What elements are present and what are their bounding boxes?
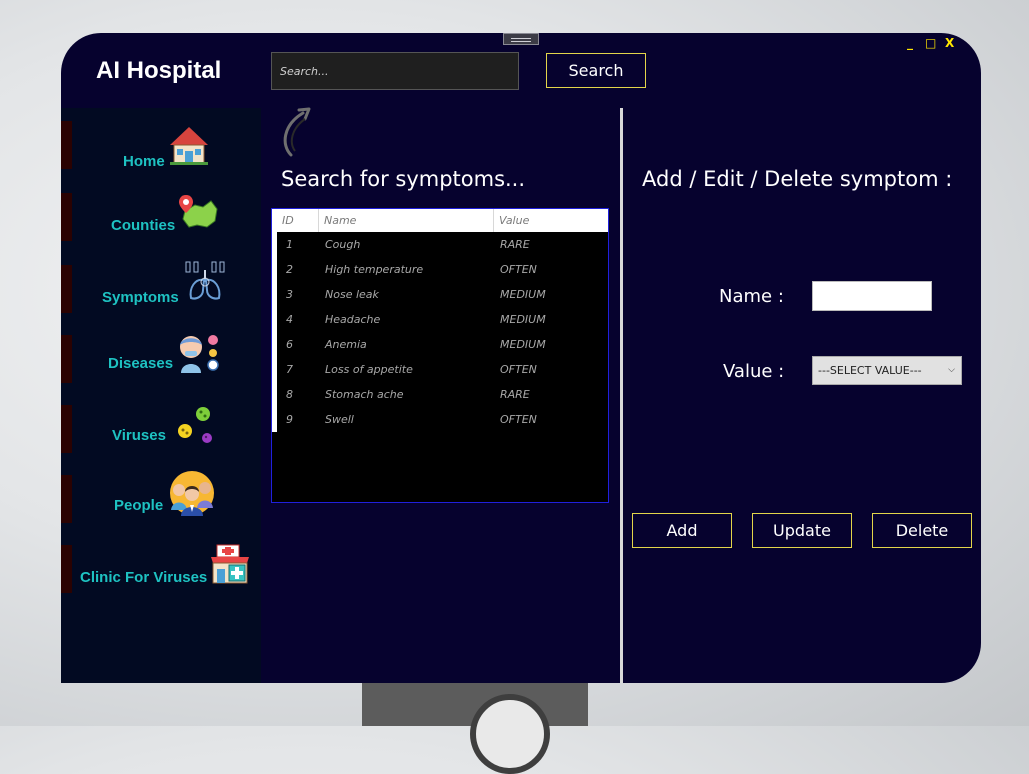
clinic-icon — [211, 544, 249, 584]
row-selector[interactable] — [272, 357, 277, 382]
row-selector[interactable] — [272, 282, 277, 307]
back-arrow-icon[interactable] — [279, 107, 313, 159]
table-row[interactable]: 8 Stomach ache RARE — [272, 382, 608, 407]
table-row[interactable]: 7 Loss of appetite OFTEN — [272, 357, 608, 382]
sidebar: Home Counties Symptoms Diseases Viruses … — [61, 108, 261, 683]
table-header: ID Name Value — [272, 209, 608, 232]
cell-value: MEDIUM — [500, 313, 546, 326]
column-header-value[interactable]: Value — [494, 209, 608, 232]
sick-person-icon — [180, 335, 219, 373]
name-label: Name : — [719, 286, 784, 307]
cell-name: Stomach ache — [325, 388, 404, 401]
nav-marker — [61, 335, 72, 383]
table-row[interactable]: 2 High temperature OFTEN — [272, 257, 608, 282]
sidebar-item-label: Clinic For Viruses — [80, 569, 208, 586]
update-button[interactable]: Update — [752, 513, 852, 548]
cell-id: 2 — [286, 263, 293, 276]
edit-symptom-heading: Add / Edit / Delete symptom : — [642, 167, 953, 191]
add-button[interactable]: Add — [632, 513, 732, 548]
search-button[interactable]: Search — [546, 53, 646, 88]
sidebar-item-label: People — [114, 497, 164, 514]
sidebar-item-home[interactable]: Home — [61, 117, 261, 171]
row-selector[interactable] — [272, 382, 277, 407]
cell-name: Cough — [325, 238, 361, 251]
cell-id: 3 — [286, 288, 293, 301]
search-input[interactable] — [271, 52, 519, 90]
name-input[interactable] — [812, 281, 932, 311]
sidebar-item-clinic-for-viruses[interactable]: Clinic For Viruses — [61, 541, 261, 595]
cell-value: OFTEN — [500, 363, 537, 376]
house-icon — [170, 127, 208, 165]
value-select[interactable]: ---SELECT VALUE--- ⌵ — [812, 356, 962, 385]
background-circle — [470, 694, 550, 774]
row-selector[interactable] — [272, 232, 277, 257]
cell-value: OFTEN — [500, 263, 537, 276]
nav-marker — [61, 475, 72, 523]
sidebar-item-label: Home — [123, 153, 165, 170]
value-select-text: ---SELECT VALUE--- — [818, 364, 922, 377]
cell-id: 1 — [286, 238, 293, 251]
cell-id: 6 — [286, 338, 293, 351]
virus-icon — [178, 407, 212, 443]
sidebar-item-counties[interactable]: Counties — [61, 189, 261, 243]
nav-marker — [61, 193, 72, 241]
cell-name: Nose leak — [325, 288, 379, 301]
sidebar-item-people[interactable]: People — [61, 471, 261, 525]
sidebar-item-label: Counties — [111, 217, 176, 234]
table-row[interactable]: 1 Cough RARE — [272, 232, 608, 257]
app-title: AI Hospital — [96, 57, 222, 84]
chevron-down-icon: ⌵ — [948, 365, 955, 375]
row-selector[interactable] — [272, 257, 277, 282]
close-button[interactable]: X — [945, 37, 954, 49]
row-selector[interactable] — [272, 332, 277, 357]
delete-button[interactable]: Delete — [872, 513, 972, 548]
value-label: Value : — [723, 361, 785, 382]
cell-name: High temperature — [325, 263, 424, 276]
table-row[interactable]: 6 Anemia MEDIUM — [272, 332, 608, 357]
panel-divider — [620, 108, 623, 683]
sidebar-item-diseases[interactable]: Diseases — [61, 331, 261, 385]
app-window: _ □ X AI Hospital Search Home Counties — [61, 33, 981, 683]
sidebar-item-label: Symptoms — [102, 289, 179, 306]
nav-marker — [61, 121, 72, 169]
cell-value: OFTEN — [500, 413, 537, 426]
column-header-name[interactable]: Name — [319, 209, 494, 232]
sidebar-item-label: Diseases — [108, 355, 174, 372]
cell-value: MEDIUM — [500, 338, 546, 351]
cell-value: MEDIUM — [500, 288, 546, 301]
cell-id: 8 — [286, 388, 293, 401]
cell-value: RARE — [500, 388, 530, 401]
maximize-button[interactable]: □ — [925, 37, 936, 49]
cell-name: Swell — [325, 413, 354, 426]
table-row[interactable]: 4 Headache MEDIUM — [272, 307, 608, 332]
cell-id: 7 — [286, 363, 293, 376]
row-selector[interactable] — [272, 307, 277, 332]
sidebar-item-label: Viruses — [112, 427, 166, 444]
table-row[interactable]: 9 Swell OFTEN — [272, 407, 608, 432]
symptoms-table[interactable]: ID Name Value 1 Cough RARE 2 High temperatur… — [271, 208, 609, 503]
nav-marker — [61, 405, 72, 453]
table-row[interactable]: 3 Nose leak MEDIUM — [272, 282, 608, 307]
sidebar-item-symptoms[interactable]: Symptoms — [61, 261, 261, 315]
nav-marker — [61, 265, 72, 313]
cell-value: RARE — [500, 238, 530, 251]
row-selector[interactable] — [272, 407, 277, 432]
cell-id: 9 — [286, 413, 293, 426]
map-pin-icon — [179, 195, 218, 228]
cell-name: Loss of appetite — [325, 363, 413, 376]
sidebar-item-viruses[interactable]: Viruses — [61, 401, 261, 455]
cell-id: 4 — [286, 313, 293, 326]
lungs-icon — [185, 261, 225, 300]
nav-marker — [61, 545, 72, 593]
drag-handle[interactable] — [503, 33, 539, 45]
people-icon — [170, 471, 214, 516]
minimize-button[interactable]: _ — [907, 37, 913, 49]
cell-name: Anemia — [325, 338, 367, 351]
symptoms-search-heading: Search for symptoms... — [281, 167, 526, 191]
column-header-id[interactable]: ID — [277, 209, 319, 232]
cell-name: Headache — [325, 313, 381, 326]
